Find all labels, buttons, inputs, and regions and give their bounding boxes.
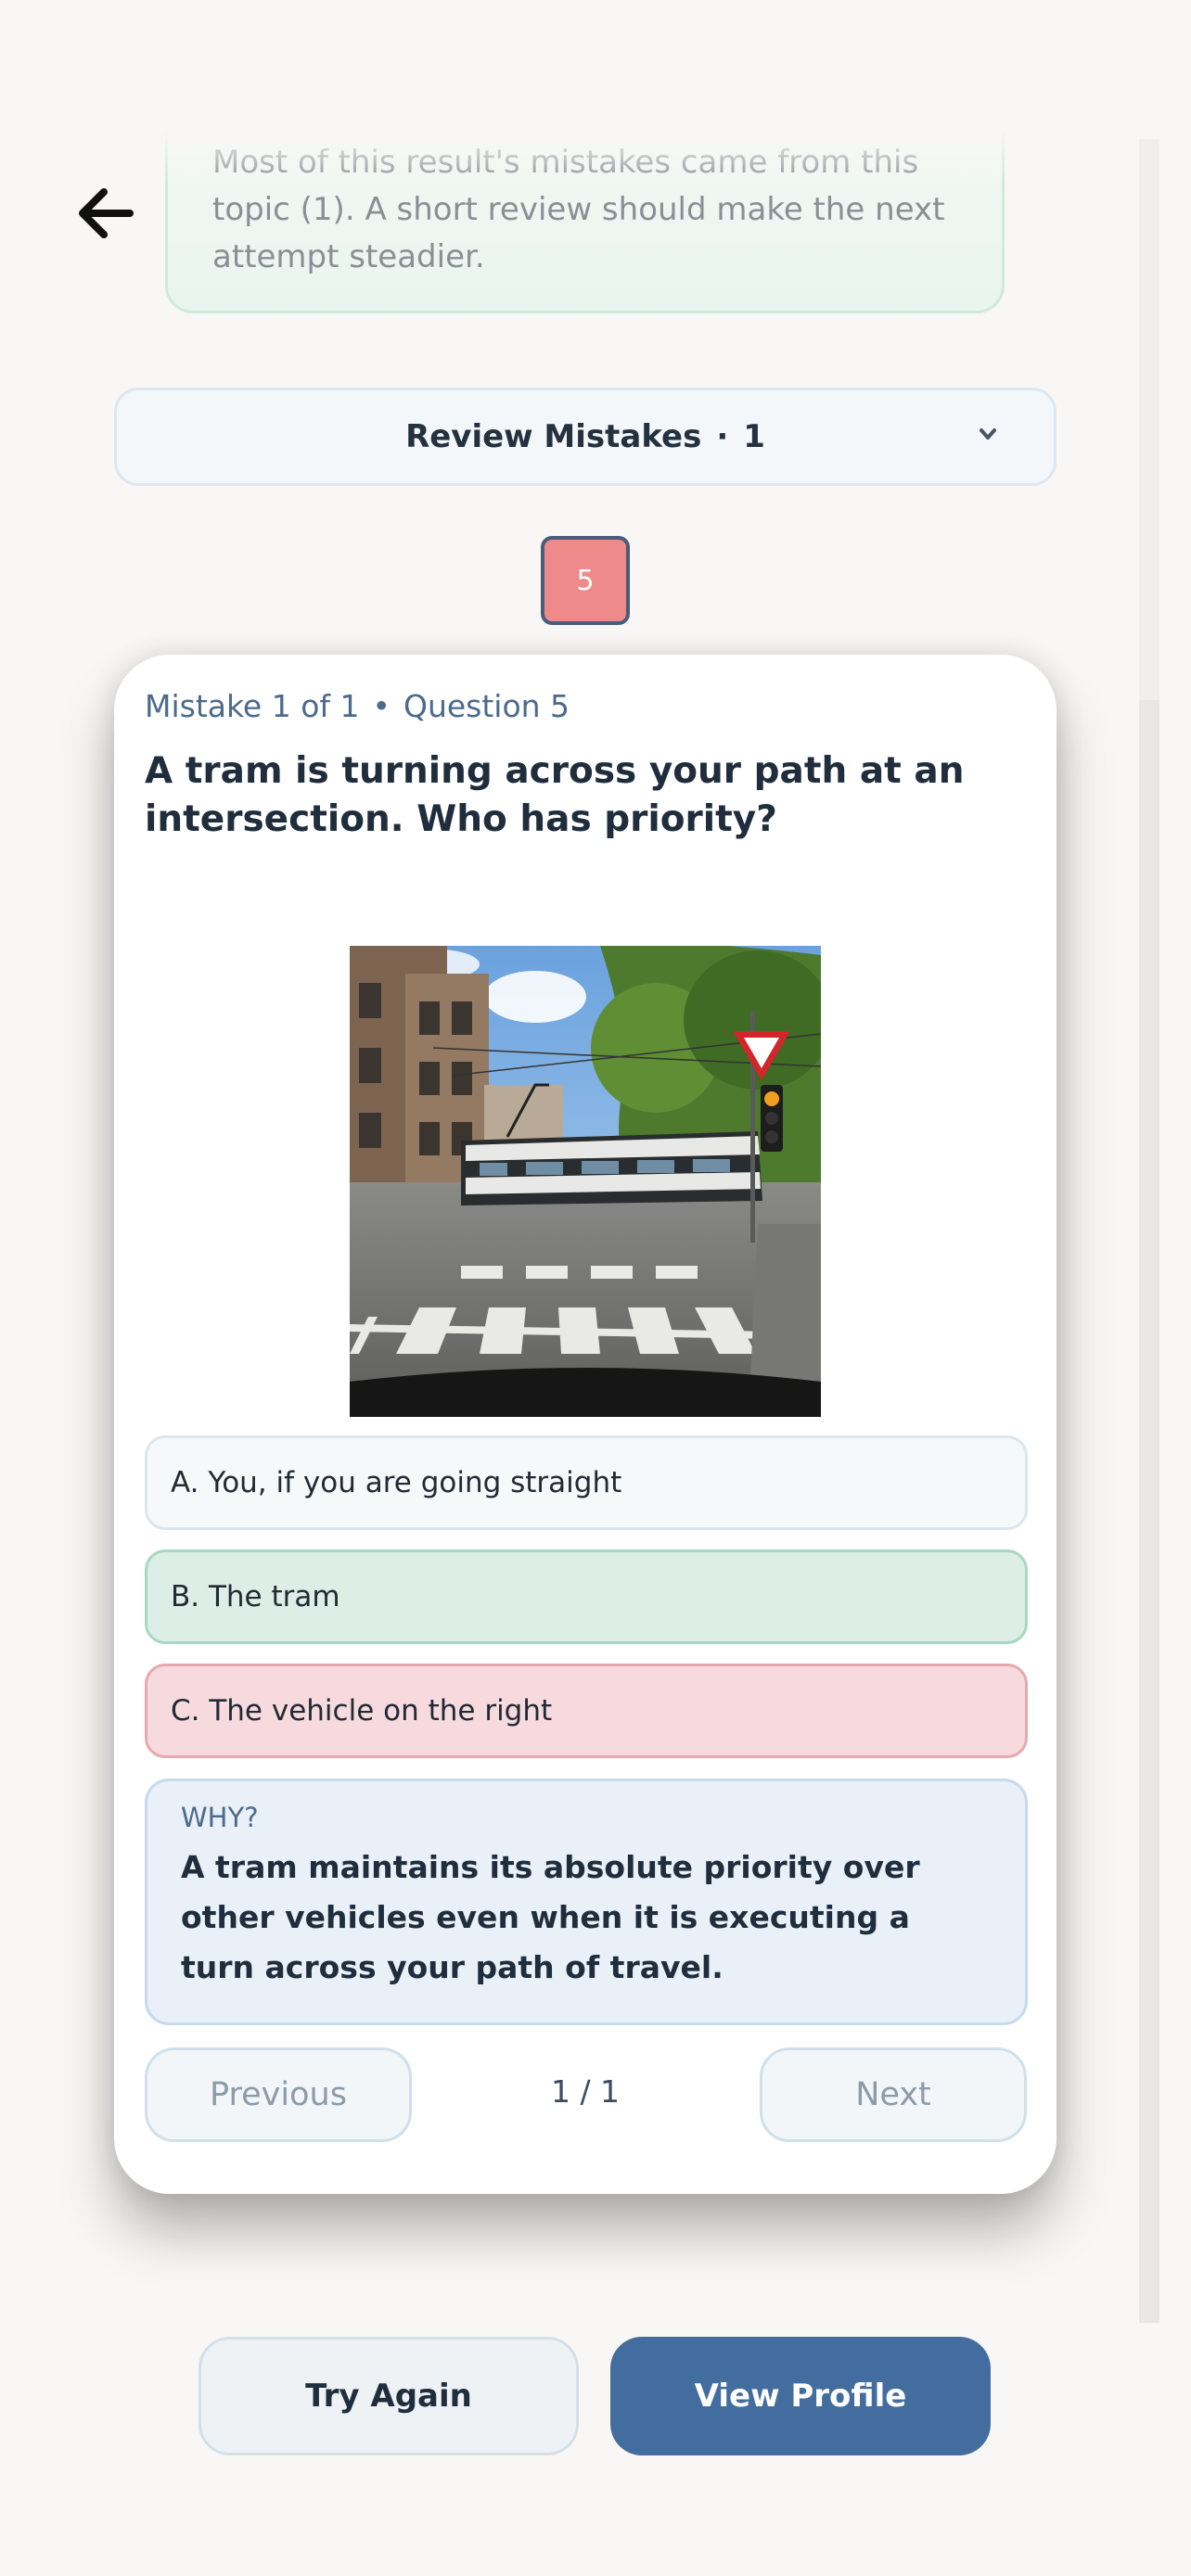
answer-option-c[interactable]: C. The vehicle on the right (145, 1664, 1028, 1758)
back-button[interactable] (65, 172, 148, 255)
mistake-meta: Mistake 1 of 1 • Question 5 (145, 688, 570, 724)
arrow-left-icon (79, 188, 134, 238)
question-image (350, 946, 821, 1417)
mistake-card: Mistake 1 of 1 • Question 5 A tram is turn… (114, 655, 1057, 2194)
review-count: 1 (743, 418, 765, 455)
question-text: A tram is turning across your path at an… (145, 750, 965, 840)
insight-fade (165, 130, 1005, 185)
mistake-counter: Mistake 1 of 1 (145, 688, 360, 724)
why-label: WHY? (181, 1802, 259, 1833)
next-button[interactable]: Next (760, 2047, 1027, 2142)
scrollbar-thumb[interactable] (1139, 700, 1159, 2323)
meta-separator: • (372, 688, 391, 724)
scrollbar-track-upper (1139, 139, 1159, 700)
answer-b-text: B. The tram (171, 1580, 340, 1613)
question-chip-5[interactable]: 5 (541, 536, 630, 625)
why-text: A tram maintains its absolute priority o… (181, 1849, 920, 1985)
review-separator: · (716, 418, 729, 455)
explanation-box: WHY? A tram maintains its absolute prior… (145, 1779, 1028, 2025)
review-label: Review Mistakes (405, 418, 702, 455)
try-again-button[interactable]: Try Again (198, 2337, 579, 2455)
view-profile-button[interactable]: View Profile (610, 2337, 991, 2455)
answer-option-b[interactable]: B. The tram (145, 1549, 1028, 1644)
chevron-down-icon (980, 428, 996, 440)
answer-c-text: C. The vehicle on the right (171, 1694, 553, 1728)
answer-option-a[interactable]: A. You, if you are going straight (145, 1435, 1028, 1530)
review-mistakes-toggle[interactable]: Review Mistakes · 1 (114, 388, 1057, 486)
question-number: Question 5 (403, 688, 570, 724)
answer-a-text: A. You, if you are going straight (171, 1466, 622, 1499)
